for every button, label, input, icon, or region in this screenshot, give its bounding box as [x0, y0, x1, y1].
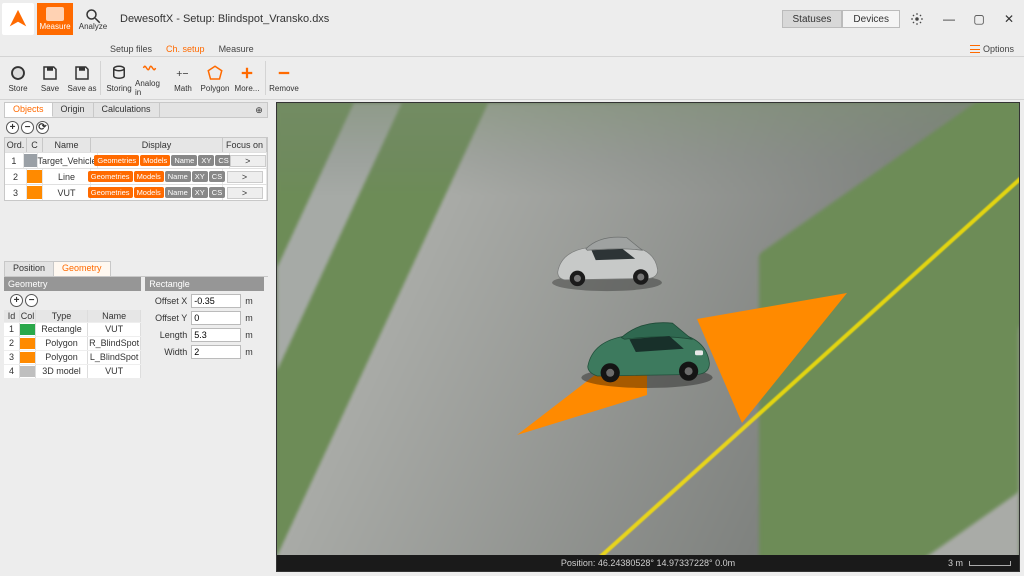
wave-icon — [142, 59, 160, 77]
focus-button[interactable]: > — [227, 187, 263, 199]
width-field[interactable] — [191, 345, 241, 359]
chip-xy[interactable]: XY — [198, 155, 214, 166]
rectangle-header: Rectangle — [145, 277, 264, 291]
table-row[interactable]: 3 Polygon L_BlindSpot — [4, 350, 141, 364]
analog-in-button[interactable]: Analog in — [135, 59, 167, 97]
tab-geometry[interactable]: Geometry — [53, 261, 111, 276]
circle-record-icon — [9, 64, 27, 82]
focus-button[interactable]: > — [227, 171, 263, 183]
tab-setup-files[interactable]: Setup files — [110, 44, 152, 54]
chip-name[interactable]: Name — [165, 171, 191, 182]
storing-button[interactable]: Storing — [103, 64, 135, 93]
tab-objects[interactable]: Objects — [5, 103, 53, 117]
tab-calculations[interactable]: Calculations — [94, 103, 160, 117]
remove-geometry-button[interactable]: − — [25, 294, 38, 307]
store-button[interactable]: Store — [2, 64, 34, 93]
objects-table: Ord. C Name Display Focus on 1 Target_Ve… — [4, 137, 268, 201]
analyze-mode-button[interactable]: Analyze — [75, 3, 111, 35]
chip-xy[interactable]: XY — [192, 187, 208, 198]
polygon-icon — [206, 64, 224, 82]
left-pane: Objects Origin Calculations ⊕ + − ⟳ Ord.… — [0, 100, 272, 576]
refresh-button[interactable]: ⟳ — [36, 121, 49, 134]
minus-icon — [275, 64, 293, 82]
offset-x-field[interactable] — [191, 294, 241, 308]
position-readout: Position: 46.24380528° 14.97337228° 0.0m — [561, 558, 735, 568]
3d-viewport[interactable]: Position: 46.24380528° 14.97337228° 0.0m… — [276, 102, 1020, 572]
save-icon — [41, 64, 59, 82]
remove-object-button[interactable]: − — [21, 121, 34, 134]
more-button[interactable]: More... — [231, 64, 263, 93]
chip-geometries[interactable]: Geometries — [94, 155, 139, 166]
window-title: DewesoftX - Setup: Blindspot_Vransko.dxs — [112, 0, 782, 38]
minimize-button[interactable]: — — [934, 4, 964, 34]
table-row[interactable]: 2 Polygon R_BlindSpot — [4, 336, 141, 350]
chip-name[interactable]: Name — [165, 187, 191, 198]
length-field[interactable] — [191, 328, 241, 342]
chip-xy[interactable]: XY — [192, 171, 208, 182]
polygon-button[interactable]: Polygon — [199, 64, 231, 93]
add-geometry-button[interactable]: + — [10, 294, 23, 307]
plus-icon — [238, 64, 256, 82]
geometry-table: Id Col Type Name 1 Rectangle VUT 2 Polyg… — [4, 310, 141, 378]
close-button[interactable]: ✕ — [994, 4, 1024, 34]
math-button[interactable]: +−Math — [167, 64, 199, 93]
menu-icon — [970, 45, 980, 53]
table-row[interactable]: 2 Line GeometriesModelsNameXYCS > — [5, 168, 267, 184]
options-button[interactable]: Options — [970, 44, 1014, 54]
menu-tabs: Setup files Ch. setup Measure Options — [0, 38, 1024, 54]
tab-origin[interactable]: Origin — [53, 103, 94, 117]
tab-ch-setup[interactable]: Ch. setup — [166, 44, 205, 54]
col-display: Display — [91, 138, 223, 152]
offset-y-field[interactable] — [191, 311, 241, 325]
database-icon — [110, 64, 128, 82]
viewport-status-bar: Position: 46.24380528° 14.97337228° 0.0m… — [277, 555, 1019, 571]
table-row[interactable]: 3 VUT GeometriesModelsNameXYCS > — [5, 184, 267, 200]
table-row[interactable]: 1 Target_Vehicle GeometriesModelsNameXYC… — [5, 152, 267, 168]
tab-measure[interactable]: Measure — [219, 44, 254, 54]
objects-tabs: Objects Origin Calculations ⊕ — [4, 102, 268, 118]
app-logo — [2, 3, 34, 35]
vut-vehicle — [567, 303, 727, 393]
chip-name[interactable]: Name — [171, 155, 197, 166]
chip-geometries[interactable]: Geometries — [88, 187, 133, 198]
save-as-icon — [73, 64, 91, 82]
remove-button[interactable]: Remove — [268, 64, 300, 93]
col-name: Name — [43, 138, 91, 152]
col-focus: Focus on — [223, 138, 267, 152]
expand-icon[interactable]: ⊕ — [251, 103, 267, 117]
save-button[interactable]: Save — [34, 64, 66, 93]
chip-models[interactable]: Models — [134, 171, 164, 182]
maximize-button[interactable]: ▢ — [964, 4, 994, 34]
measure-mode-button[interactable]: Measure — [37, 3, 73, 35]
focus-button[interactable]: > — [230, 155, 266, 167]
math-icon: +− — [174, 64, 192, 82]
scale-bar-icon — [969, 561, 1011, 566]
statuses-button[interactable]: Statuses — [782, 10, 843, 28]
geometry-header: Geometry — [4, 277, 141, 291]
target-vehicle — [537, 218, 678, 297]
add-object-button[interactable]: + — [6, 121, 19, 134]
chip-models[interactable]: Models — [134, 187, 164, 198]
title-bar: Measure Analyze DewesoftX - Setup: Blind… — [0, 0, 1024, 38]
magnifier-icon — [84, 7, 102, 21]
ribbon: Store Save Save as Storing Analog in +−M… — [0, 56, 1024, 100]
table-row[interactable]: 1 Rectangle VUT — [4, 322, 141, 336]
gear-icon[interactable] — [910, 12, 924, 26]
devices-button[interactable]: Devices — [842, 10, 900, 28]
col-c: C — [27, 138, 43, 152]
chip-geometries[interactable]: Geometries — [88, 171, 133, 182]
table-row[interactable]: 4 3D model VUT — [4, 364, 141, 378]
svg-text:+−: +− — [176, 67, 188, 79]
col-ord: Ord. — [5, 138, 27, 152]
tab-position[interactable]: Position — [4, 261, 54, 276]
save-as-button[interactable]: Save as — [66, 64, 98, 93]
chip-models[interactable]: Models — [140, 155, 170, 166]
